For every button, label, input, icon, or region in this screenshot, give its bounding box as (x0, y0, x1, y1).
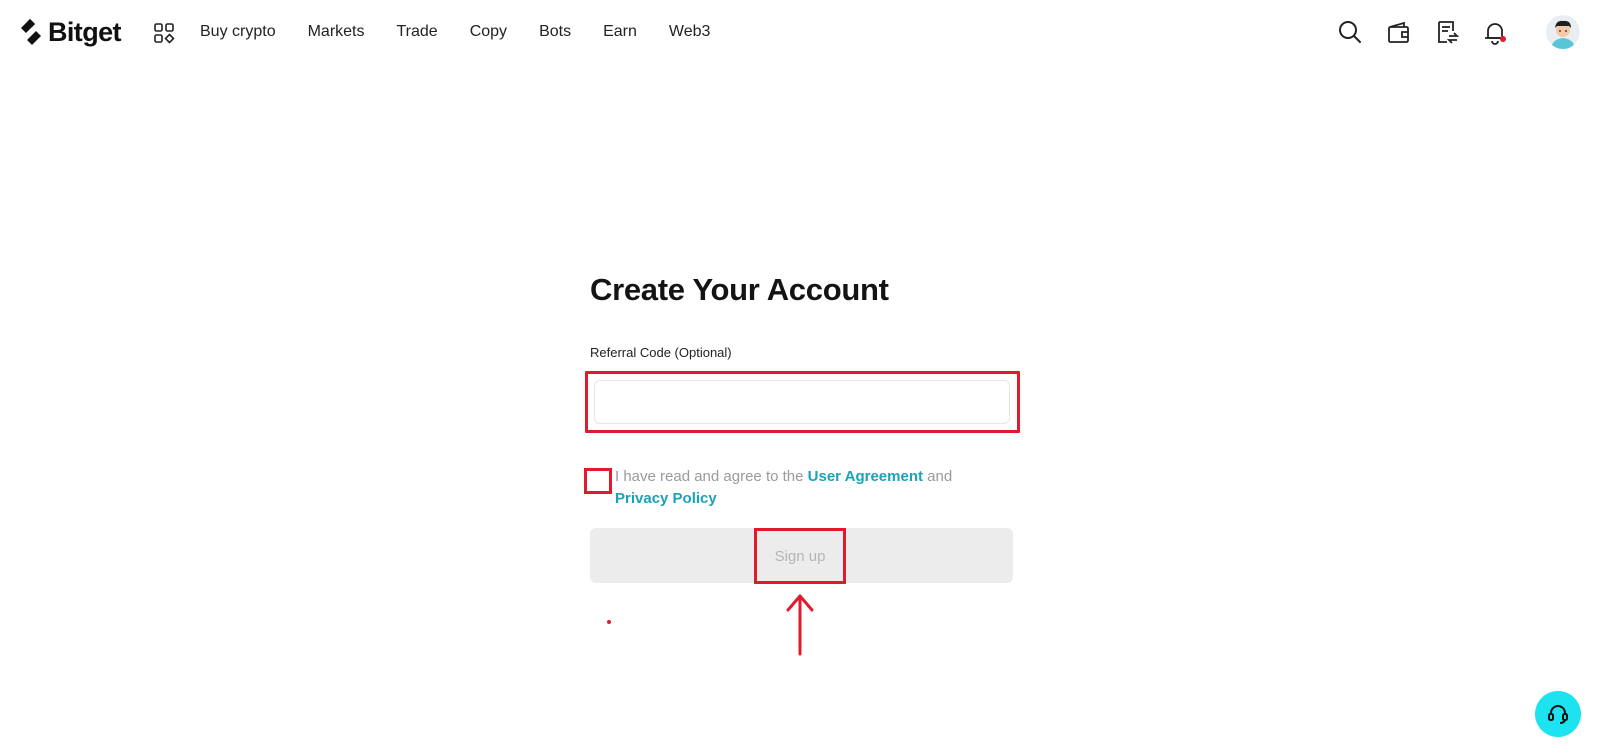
bitget-logo-mark-icon (21, 19, 41, 45)
user-avatar[interactable] (1546, 15, 1580, 49)
nav-web3[interactable]: Web3 (669, 23, 711, 41)
page: Bitget Buy crypto Markets Trade Copy Bot… (0, 0, 1600, 756)
top-navigation-bar: Bitget Buy crypto Markets Trade Copy Bot… (0, 0, 1600, 64)
nav-buy-crypto[interactable]: Buy crypto (200, 23, 276, 41)
brand-name: Bitget (48, 16, 122, 47)
agreement-text-middle: and (922, 468, 953, 485)
wallet-icon[interactable] (1386, 19, 1412, 45)
referral-code-label: Referral Code (Optional) (590, 345, 732, 360)
orders-icon[interactable] (1434, 19, 1460, 45)
annotation-arrow-up-icon (786, 594, 814, 656)
referral-code-input[interactable] (594, 380, 1010, 424)
annotation-dot (607, 620, 611, 624)
main-nav: Buy crypto Markets Trade Copy Bots Earn … (200, 0, 742, 64)
agreement-text-before: I have read and agree to the (615, 468, 808, 485)
apps-grid-icon[interactable] (153, 22, 175, 44)
create-account-form: Create Your Account Referral Code (Optio… (584, 270, 1020, 584)
nav-bots[interactable]: Bots (539, 23, 571, 41)
agreement-text: I have read and agree to the User Agreem… (615, 466, 995, 510)
headset-icon (1548, 705, 1568, 724)
search-icon[interactable] (1337, 19, 1363, 45)
privacy-policy-link[interactable]: Privacy Policy (615, 490, 717, 507)
avatar-icon (1546, 15, 1580, 49)
bitget-logo[interactable]: Bitget (18, 14, 122, 50)
notification-bell-icon[interactable] (1482, 19, 1508, 45)
referral-code-highlight (585, 371, 1020, 433)
nav-trade[interactable]: Trade (397, 23, 438, 41)
nav-copy[interactable]: Copy (470, 23, 507, 41)
agreement-checkbox[interactable] (584, 468, 612, 494)
customer-support-button[interactable] (1535, 691, 1581, 737)
page-title: Create Your Account (590, 272, 889, 307)
nav-markets[interactable]: Markets (308, 23, 365, 41)
nav-earn[interactable]: Earn (603, 23, 637, 41)
user-agreement-link[interactable]: User Agreement (808, 468, 923, 485)
sign-up-button[interactable] (590, 528, 1013, 583)
